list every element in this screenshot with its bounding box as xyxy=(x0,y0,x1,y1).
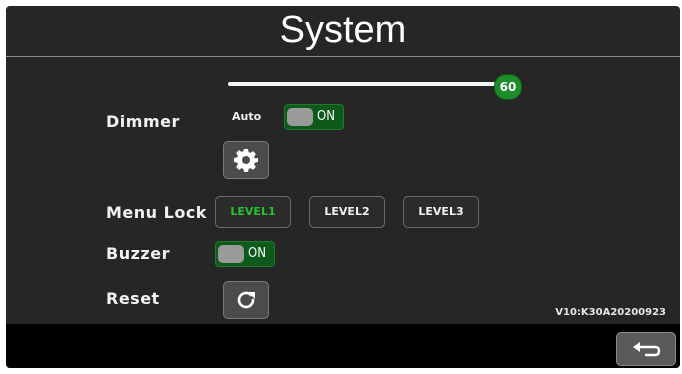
level2-button[interactable]: LEVEL2 xyxy=(309,196,385,228)
dimmer-auto-toggle[interactable]: ON xyxy=(284,104,344,130)
page-title: System xyxy=(279,9,407,51)
footer-bar xyxy=(6,324,680,368)
version-text: V10:K30A20200923 xyxy=(555,307,666,318)
dimmer-slider-handle[interactable]: 60 xyxy=(494,74,522,100)
back-button[interactable] xyxy=(616,332,676,366)
system-screen: System 60 Dimmer Auto ON Menu Lock LEVEL… xyxy=(6,6,680,368)
level1-button[interactable]: LEVEL1 xyxy=(215,196,291,228)
reset-label: Reset xyxy=(106,289,160,308)
toggle-state-text: ON xyxy=(248,246,266,261)
gear-icon xyxy=(234,149,258,172)
dimmer-slider-track[interactable] xyxy=(228,82,500,86)
dimmer-label: Dimmer xyxy=(106,112,180,131)
buzzer-label: Buzzer xyxy=(106,244,170,263)
dimmer-settings-button[interactable] xyxy=(223,141,269,179)
refresh-icon xyxy=(237,291,255,309)
level3-button[interactable]: LEVEL3 xyxy=(403,196,479,228)
back-arrow-icon xyxy=(633,342,661,357)
toggle-thumb xyxy=(287,108,313,126)
reset-button[interactable] xyxy=(223,281,269,319)
buzzer-toggle[interactable]: ON xyxy=(215,241,275,267)
menu-lock-label: Menu Lock xyxy=(106,203,207,222)
toggle-thumb xyxy=(218,245,244,263)
header-divider xyxy=(6,56,680,57)
dimmer-auto-label: Auto xyxy=(232,110,262,123)
toggle-state-text: ON xyxy=(317,109,335,124)
